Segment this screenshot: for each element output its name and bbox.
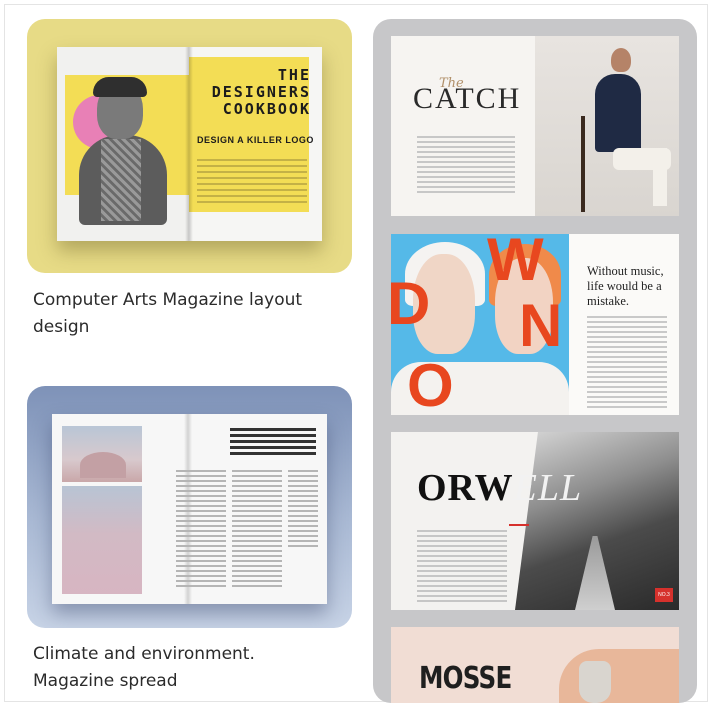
pin-caption-climate[interactable]: Climate and environment. Magazine spread [33,641,333,695]
magazine-subhead: DESIGN A KILLER LOGO [197,135,314,145]
desert-photo-bottom [62,486,142,594]
music-quote: Without music, life would be a mistake. [587,264,664,308]
spread-orwell: ORWELL NO.3 [391,432,679,610]
magazine-spread-climate [52,414,327,604]
art-letter-n: N [519,292,563,359]
issue-badge: NO.3 [655,588,673,602]
magazine-headline: THE DESIGNERS COOKBOOK [211,66,311,118]
pin-image-climate[interactable] [27,386,352,628]
spread-mosse: MOSSE [391,627,679,703]
pin-caption-computer-arts[interactable]: Computer Arts Magazine layout design [33,287,333,341]
pin-image-computer-arts[interactable]: THE DESIGNERS COOKBOOK DESIGN A KILLER L… [27,19,352,273]
magazine-spread-cookbook: THE DESIGNERS COOKBOOK DESIGN A KILLER L… [57,47,322,241]
art-letter-d: D [391,270,431,337]
desert-photo-top [62,426,142,482]
spread-music: D W O N Without music, life would be a m… [391,234,679,415]
magazine-right-page: THE DESIGNERS COOKBOOK DESIGN A KILLER L… [189,47,322,241]
art-letter-o: O [407,352,454,416]
orwell-title: ORWELL [417,467,583,509]
pin-feed: THE DESIGNERS COOKBOOK DESIGN A KILLER L… [4,4,708,703]
art-letter-w: W [487,234,544,293]
spread-the-catch: The CATCH [391,36,679,216]
catch-title: CATCH [413,82,522,115]
music-artwork: D W O N [391,234,569,415]
magazine-left-page [57,47,189,241]
pin-image-magazine-collection[interactable]: The CATCH D W O N Without music, life wo… [373,19,697,703]
mosse-title: MOSSE [419,661,512,696]
